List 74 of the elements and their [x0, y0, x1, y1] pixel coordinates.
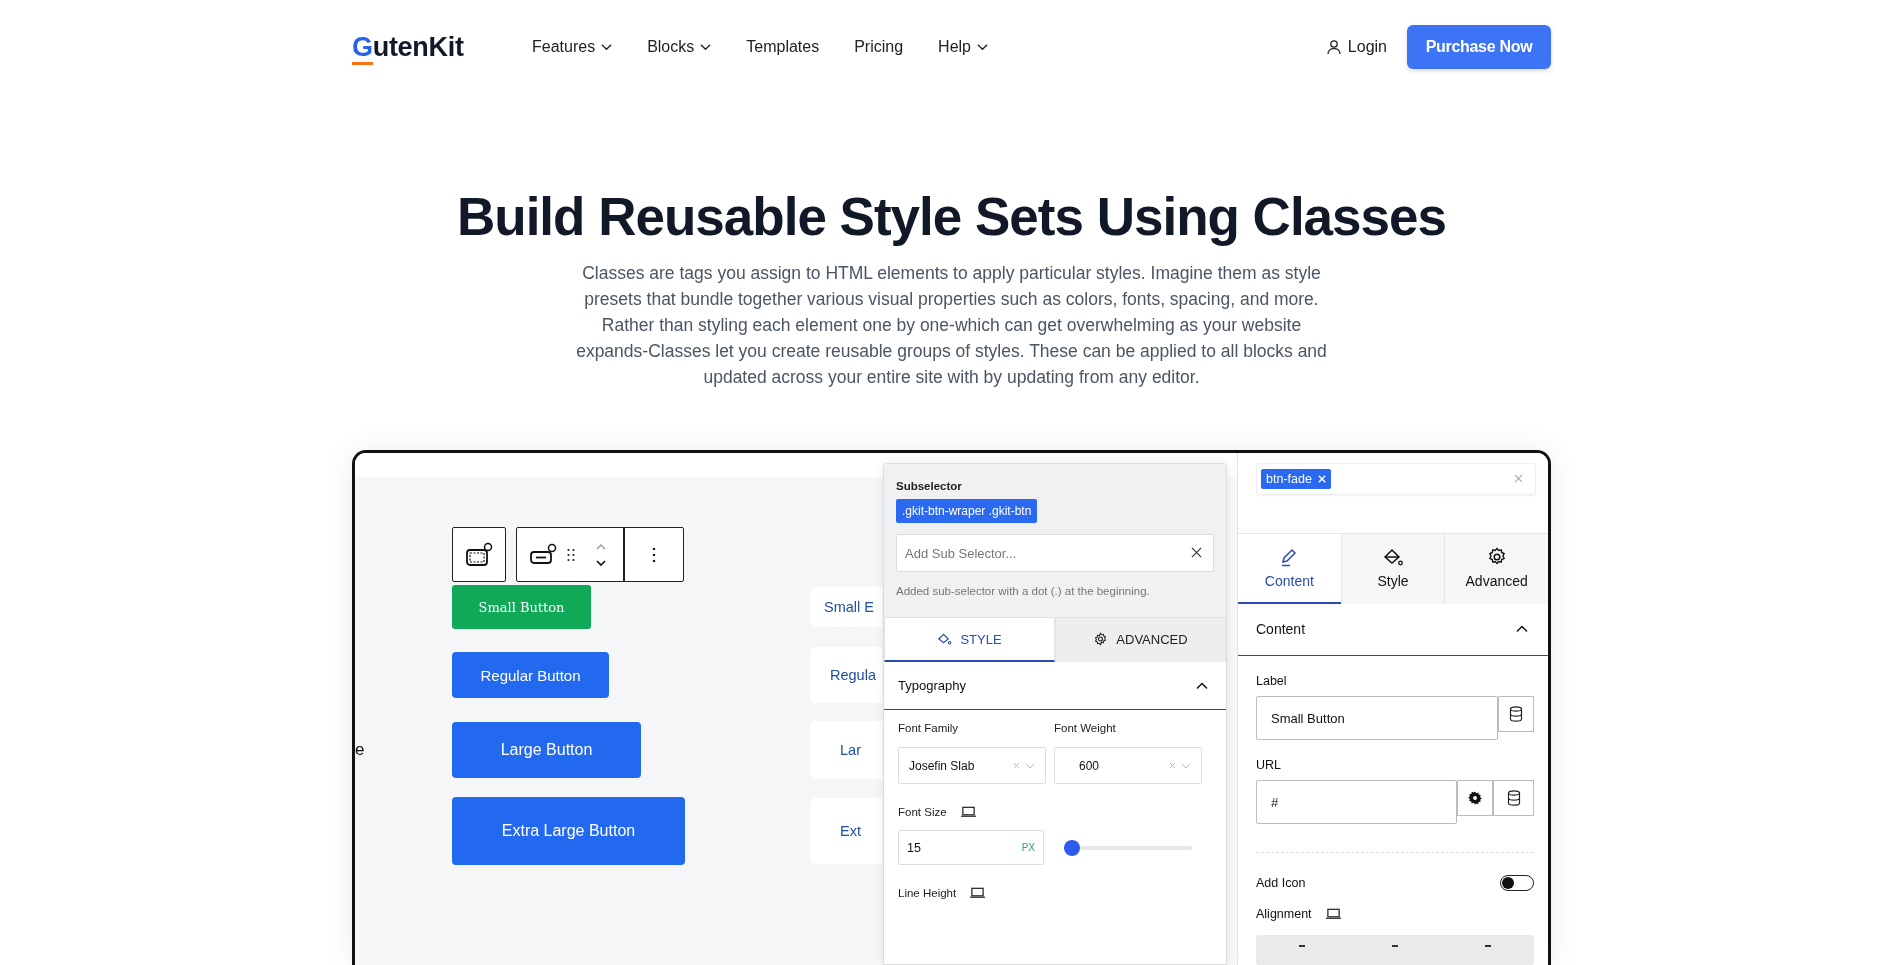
section-title: Content — [1256, 621, 1306, 638]
nav-link[interactable]: Features — [532, 38, 613, 56]
field-label: Label — [1256, 674, 1288, 688]
field-label: Alignment — [1256, 907, 1312, 921]
nav-link[interactable]: Pricing — [854, 38, 904, 56]
chevron-down-icon — [977, 43, 988, 51]
font-family-select[interactable]: Josefin Slab — [898, 747, 1046, 784]
class-tag[interactable]: btn-fade — [1261, 468, 1331, 489]
drag-handle-icon[interactable] — [567, 547, 575, 562]
database-icon — [1509, 706, 1523, 722]
database-icon — [1506, 790, 1521, 806]
dynamic-data-button[interactable] — [1493, 780, 1534, 816]
dynamic-data-button[interactable] — [1498, 696, 1534, 732]
panel-tab[interactable]: ADVANCED — [1055, 617, 1226, 662]
slider-thumb[interactable] — [1063, 839, 1080, 856]
class-field[interactable]: btn-fade — [1256, 463, 1536, 495]
hero-description: Classes are tags you assign to HTML elements to apply particular styles. Imagine them as style presets that bundle together various visual properties such as colors, fonts, spacing, and more. Rather than styling each element one by one-which can get overwhelming as your website expands-Classes let you create reusable groups of styles. These can be applied to all blocks and updated across your entire site with by updating from any editor. — [575, 262, 1328, 389]
help-text: Added sub-selector with a dot (.) at the beginning. — [896, 584, 1151, 599]
login-link[interactable]: Login — [1325, 38, 1387, 56]
field-label: URL — [1256, 758, 1282, 772]
demo-button[interactable]: Large Button — [452, 722, 641, 778]
nav-link[interactable]: Help — [938, 38, 988, 56]
gear-icon — [1468, 790, 1482, 806]
field-label: Font Family — [898, 722, 960, 734]
font-size-field[interactable]: 15 PX — [898, 830, 1044, 865]
field-label: Font Size — [898, 806, 947, 818]
label-field[interactable]: Small Button — [1256, 696, 1498, 740]
more-options-icon[interactable] — [651, 546, 656, 563]
remove-icon[interactable] — [1317, 474, 1326, 483]
nav-link[interactable]: Blocks — [647, 38, 712, 56]
gear-icon — [1093, 632, 1109, 646]
panel-tab[interactable]: STYLE — [884, 617, 1055, 662]
button-block-icon — [465, 541, 493, 568]
panel-heading: Subselector — [896, 480, 963, 492]
cut-text: e — [355, 740, 365, 760]
selector-tag[interactable]: .gkit-btn-wraper .gkit-btn — [896, 499, 1038, 523]
preview-button[interactable]: Ext — [810, 798, 882, 864]
demo-button[interactable]: Regular Button — [452, 652, 609, 698]
desktop-icon[interactable] — [1325, 908, 1341, 920]
settings-button[interactable] — [1457, 780, 1493, 816]
close-icon[interactable] — [1191, 547, 1202, 558]
section-header[interactable]: Typography — [884, 662, 1226, 710]
chevron-down-icon — [601, 43, 613, 51]
hero-title: Build Reusable Style Sets Using Classes — [456, 186, 1447, 248]
move-up-down-icon[interactable] — [595, 542, 607, 567]
nav-link[interactable]: Templates — [746, 38, 820, 56]
sidebar-tab[interactable]: Style — [1340, 533, 1445, 604]
clear-dropdown-icon — [1169, 761, 1191, 770]
sidebar-tab[interactable]: Advanced — [1444, 533, 1548, 604]
desktop-icon[interactable] — [970, 887, 986, 899]
purchase-button[interactable]: Purchase Now — [1407, 25, 1551, 69]
url-field[interactable]: # — [1256, 780, 1457, 824]
field-label: Line Height — [898, 887, 957, 899]
chevron-icon — [1196, 681, 1208, 690]
paint-bucket-icon — [1383, 546, 1403, 567]
chevron-down-icon — [700, 43, 712, 51]
font-weight-select[interactable]: 600 — [1054, 747, 1202, 784]
block-type-button[interactable] — [452, 527, 506, 582]
field-label: Add Icon — [1256, 876, 1306, 890]
logo[interactable]: GutenKit — [352, 31, 532, 63]
section-title: Typography — [898, 678, 966, 693]
desktop-icon[interactable] — [960, 806, 976, 818]
paint-bucket-icon — [937, 632, 953, 646]
sub-selector-field[interactable]: Add Sub Selector... — [896, 534, 1214, 572]
font-size-slider[interactable] — [1064, 839, 1192, 856]
preview-button[interactable]: Small E — [810, 587, 882, 627]
preview-button[interactable]: Regula — [810, 647, 882, 703]
clear-dropdown-icon — [1013, 761, 1035, 770]
chevron-icon — [1516, 625, 1528, 634]
field-label: Font Weight — [1054, 722, 1117, 734]
user-icon — [1325, 39, 1342, 55]
gear-icon — [1486, 546, 1507, 567]
demo-button[interactable]: Extra Large Button — [452, 797, 685, 865]
preview-button[interactable]: Lar — [810, 721, 882, 779]
